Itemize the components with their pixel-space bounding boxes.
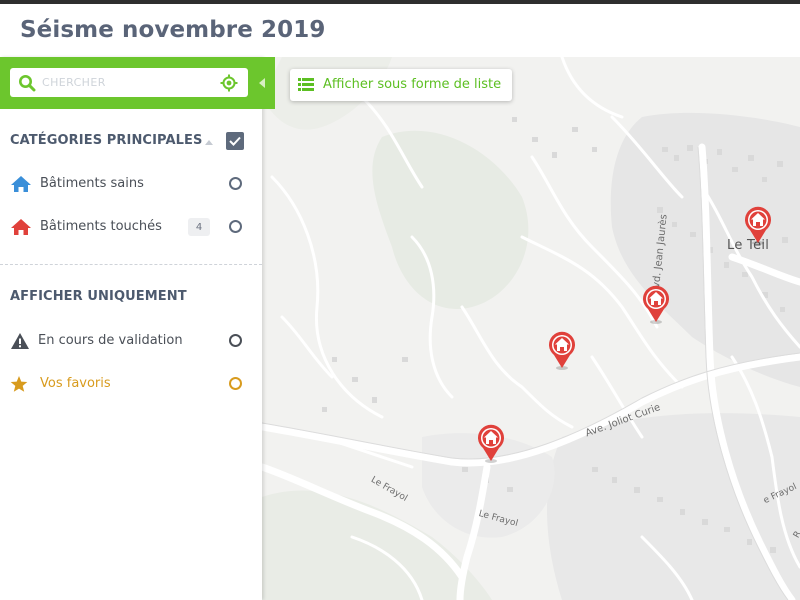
home-icon xyxy=(11,219,31,235)
count-badge: 4 xyxy=(188,218,210,236)
collapse-caret-icon[interactable] xyxy=(205,139,213,145)
list-icon xyxy=(298,78,314,91)
damaged-building-marker[interactable] xyxy=(638,281,674,325)
page-header: Séisme novembre 2019 xyxy=(0,4,800,57)
search-box xyxy=(10,68,248,97)
page-title: Séisme novembre 2019 xyxy=(20,17,326,43)
locate-me-icon[interactable] xyxy=(220,74,238,92)
category-label: Bâtiments sains xyxy=(40,176,144,191)
star-icon xyxy=(10,376,28,392)
collapse-sidebar-icon[interactable] xyxy=(257,77,267,89)
filter-radio[interactable] xyxy=(229,377,242,390)
map-view[interactable]: Le Teil Blvd. Jean Jaurès Ave. Joliot Cu… xyxy=(262,57,800,600)
category-radio[interactable] xyxy=(229,220,242,233)
filter-item-pending-validation[interactable]: En cours de validation xyxy=(0,326,262,356)
damaged-building-marker[interactable] xyxy=(473,420,509,464)
home-icon xyxy=(11,176,31,192)
main-categories-title: CATÉGORIES PRINCIPALES xyxy=(10,133,203,148)
warning-icon xyxy=(11,333,29,349)
show-as-list-button[interactable]: Afficher sous forme de liste xyxy=(290,69,512,101)
filter-item-favorites[interactable]: Vos favoris xyxy=(0,369,262,399)
category-label: Bâtiments touchés xyxy=(40,219,162,234)
search-icon xyxy=(19,75,36,92)
filter-radio[interactable] xyxy=(229,334,242,347)
search-input[interactable] xyxy=(42,72,212,93)
filter-label: En cours de validation xyxy=(38,333,183,348)
section-divider xyxy=(0,264,262,265)
categories-select-all-checkbox[interactable] xyxy=(226,132,244,150)
category-item-healthy[interactable]: Bâtiments sains xyxy=(0,169,262,199)
filters-title: AFFICHER UNIQUEMENT xyxy=(10,289,187,304)
damaged-building-marker[interactable] xyxy=(740,202,776,246)
filter-label: Vos favoris xyxy=(40,376,111,391)
map-basemap xyxy=(262,57,800,600)
search-bar xyxy=(0,57,275,109)
sidebar: CATÉGORIES PRINCIPALES Bâtiments sains B… xyxy=(0,57,275,600)
category-item-damaged[interactable]: Bâtiments touchés 4 xyxy=(0,212,262,242)
checkmark-icon xyxy=(229,136,241,146)
category-radio[interactable] xyxy=(229,177,242,190)
show-as-list-label: Afficher sous forme de liste xyxy=(323,77,502,92)
damaged-building-marker[interactable] xyxy=(544,327,580,371)
